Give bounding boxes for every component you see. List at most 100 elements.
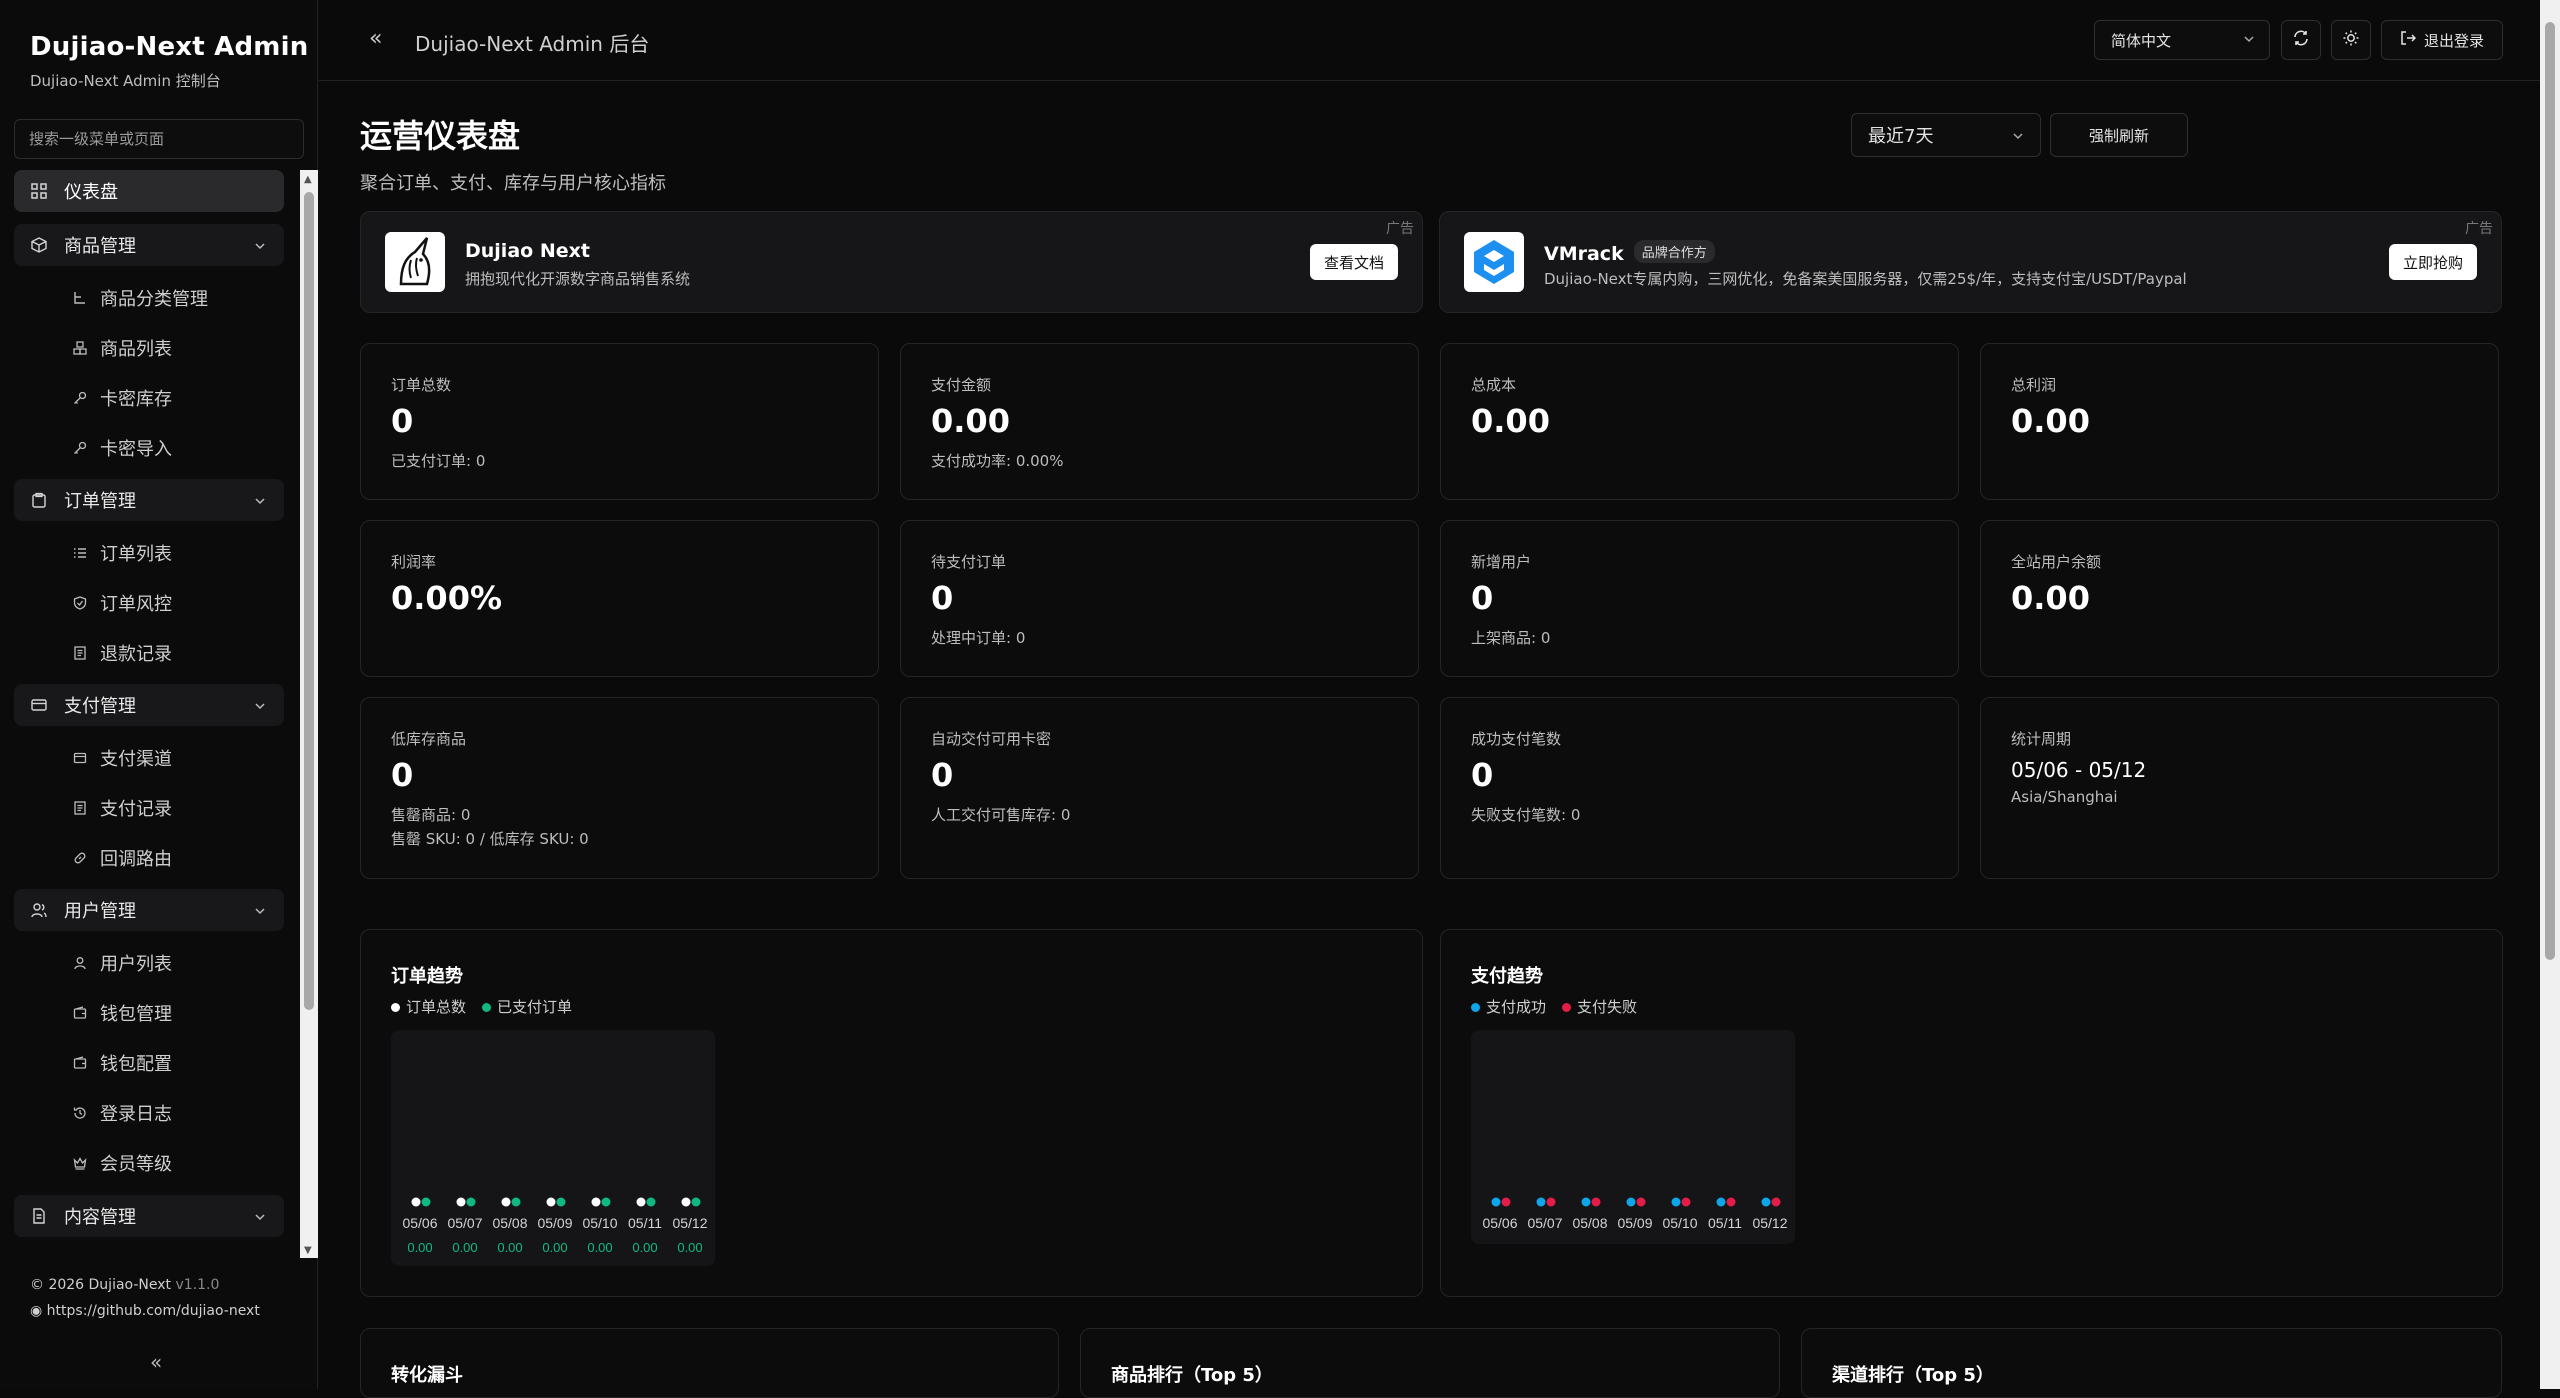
legend-label: 订单总数 [406,998,467,1016]
metric-label: 低库存商品 [391,730,467,748]
language-select[interactable]: 简体中文 [2094,20,2270,60]
data-point[interactable] [601,1197,611,1207]
data-point[interactable] [1501,1197,1511,1207]
x-tick-label: 05/11 [1708,1215,1742,1231]
sidebar-item-dashboard[interactable]: 仪表盘 [14,170,284,212]
data-point[interactable] [1591,1197,1601,1207]
metric-value: 0 [931,756,954,794]
buy-now-button[interactable]: 立即抢购 [2388,244,2477,280]
x-tick-label: 05/06 [1482,1215,1517,1231]
sidebar-item-label: 订单列表 [100,544,172,565]
sidebar-item-label: 回调路由 [100,849,172,870]
sidebar-item-label: 钱包管理 [100,1004,172,1025]
sidebar-item-pay-records[interactable]: 支付记录 [72,792,172,824]
scroll-down-icon[interactable]: ▼ [304,1245,312,1256]
sidebar-item-wallets[interactable]: 钱包管理 [72,997,172,1029]
sidebar-group-orders[interactable]: 订单管理 [14,479,284,521]
date-range-select[interactable]: 最近7天 [1851,113,2041,157]
legend-item[interactable]: 已支付订单 [482,996,572,1017]
collapse-sidebar-icon[interactable]: « [150,1350,162,1374]
sidebar-item-card-stock[interactable]: 卡密库存 [72,382,172,414]
data-point[interactable] [1491,1197,1501,1207]
sidebar-item-member-levels[interactable]: 会员等级 [72,1147,172,1179]
sidebar-item-login-logs[interactable]: 登录日志 [72,1097,172,1129]
data-point[interactable] [511,1197,521,1207]
clipboard-icon [30,491,48,509]
x-tick-label: 05/12 [672,1215,707,1231]
data-point[interactable] [1671,1197,1681,1207]
github-url: https://github.com/dujiao-next [46,1303,260,1319]
x-tick-label: 05/10 [1662,1215,1697,1231]
legend-item[interactable]: 支付成功 [1471,996,1546,1017]
data-point[interactable] [456,1197,466,1207]
sidebar-item-label: 支付渠道 [100,749,172,770]
data-point[interactable] [411,1197,421,1207]
sidebar-group-products[interactable]: 商品管理 [14,224,284,266]
dujiao-logo-icon [385,232,445,292]
data-point[interactable] [546,1197,556,1207]
sidebar-scrollbar[interactable]: ▲ ▼ [300,170,318,1258]
order-trend-panel: 订单趋势 订单总数 已支付订单 05/06 0.00 05/07 0.00 05/08 0… [360,929,1423,1297]
sidebar-item-refunds[interactable]: 退款记录 [72,637,172,669]
refresh-button[interactable] [2281,20,2321,60]
sidebar-item-user-list[interactable]: 用户列表 [72,947,172,979]
force-refresh-button[interactable]: 强制刷新 [2050,113,2188,157]
data-point[interactable] [1636,1197,1646,1207]
metric-card-low-stock: 低库存商品 0 售罄商品: 0 售罄 SKU: 0 / 低库存 SKU: 0 [360,697,879,879]
data-point[interactable] [591,1197,601,1207]
sidebar-item-order-list[interactable]: 订单列表 [72,537,172,569]
logout-button[interactable]: 退出登录 [2381,20,2503,60]
sidebar-item-product-list[interactable]: 商品列表 [72,332,172,364]
data-point[interactable] [1581,1197,1591,1207]
topbar-title: Dujiao-Next Admin 后台 [415,32,650,56]
language-value: 简体中文 [2111,31,2172,50]
sidebar-item-card-import[interactable]: 卡密导入 [72,432,172,464]
data-point[interactable] [1681,1197,1691,1207]
github-icon: ◉ [30,1303,43,1319]
data-point[interactable] [1716,1197,1726,1207]
sidebar-item-pay-channels[interactable]: 支付渠道 [72,742,172,774]
legend-dot [1471,1003,1480,1012]
data-point[interactable] [691,1197,701,1207]
data-point[interactable] [1536,1197,1546,1207]
scroll-thumb[interactable] [2545,22,2555,960]
link-icon [72,850,88,866]
data-point[interactable] [1546,1197,1556,1207]
sidebar-group-payments[interactable]: 支付管理 [14,684,284,726]
double-chevron-left-icon[interactable]: « [369,26,382,51]
data-point[interactable] [1761,1197,1771,1207]
data-point[interactable] [466,1197,476,1207]
metric-card-new-users: 新增用户 0 上架商品: 0 [1440,520,1959,677]
data-point[interactable] [681,1197,691,1207]
sidebar-item-category[interactable]: 商品分类管理 [72,282,208,314]
data-point[interactable] [556,1197,566,1207]
data-point[interactable] [646,1197,656,1207]
legend-item[interactable]: 订单总数 [391,996,466,1017]
view-docs-button[interactable]: 查看文档 [1309,244,1398,280]
data-label: 0.00 [587,1240,612,1255]
theme-toggle-button[interactable] [2331,20,2371,60]
data-point[interactable] [1626,1197,1636,1207]
sun-icon [2342,29,2360,51]
receipt-icon [72,645,88,661]
legend-item[interactable]: 支付失败 [1562,996,1637,1017]
chart-legend: 订单总数 已支付订单 [391,996,572,1017]
sidebar-group-content[interactable]: 内容管理 [14,1195,284,1237]
scroll-up-icon[interactable]: ▲ [304,174,312,185]
data-point[interactable] [1726,1197,1736,1207]
sidebar-item-wallet-config[interactable]: 钱包配置 [72,1047,172,1079]
data-point[interactable] [421,1197,431,1207]
metric-card-auto-cards: 自动交付可用卡密 0 人工交付可售库存: 0 [900,697,1419,879]
metric-sub: 人工交付可售库存: 0 [931,806,1071,824]
data-point[interactable] [636,1197,646,1207]
sidebar-group-users[interactable]: 用户管理 [14,889,284,931]
x-tick-label: 05/07 [1527,1215,1562,1231]
page-scrollbar[interactable] [2540,0,2560,1389]
github-link[interactable]: ◉ https://github.com/dujiao-next [30,1298,260,1324]
data-point[interactable] [501,1197,511,1207]
scroll-thumb[interactable] [304,192,314,1010]
data-point[interactable] [1771,1197,1781,1207]
sidebar-item-callback-routes[interactable]: 回调路由 [72,842,172,874]
search-input[interactable]: 搜索一级菜单或页面 [14,119,304,159]
sidebar-item-order-risk[interactable]: 订单风控 [72,587,172,619]
